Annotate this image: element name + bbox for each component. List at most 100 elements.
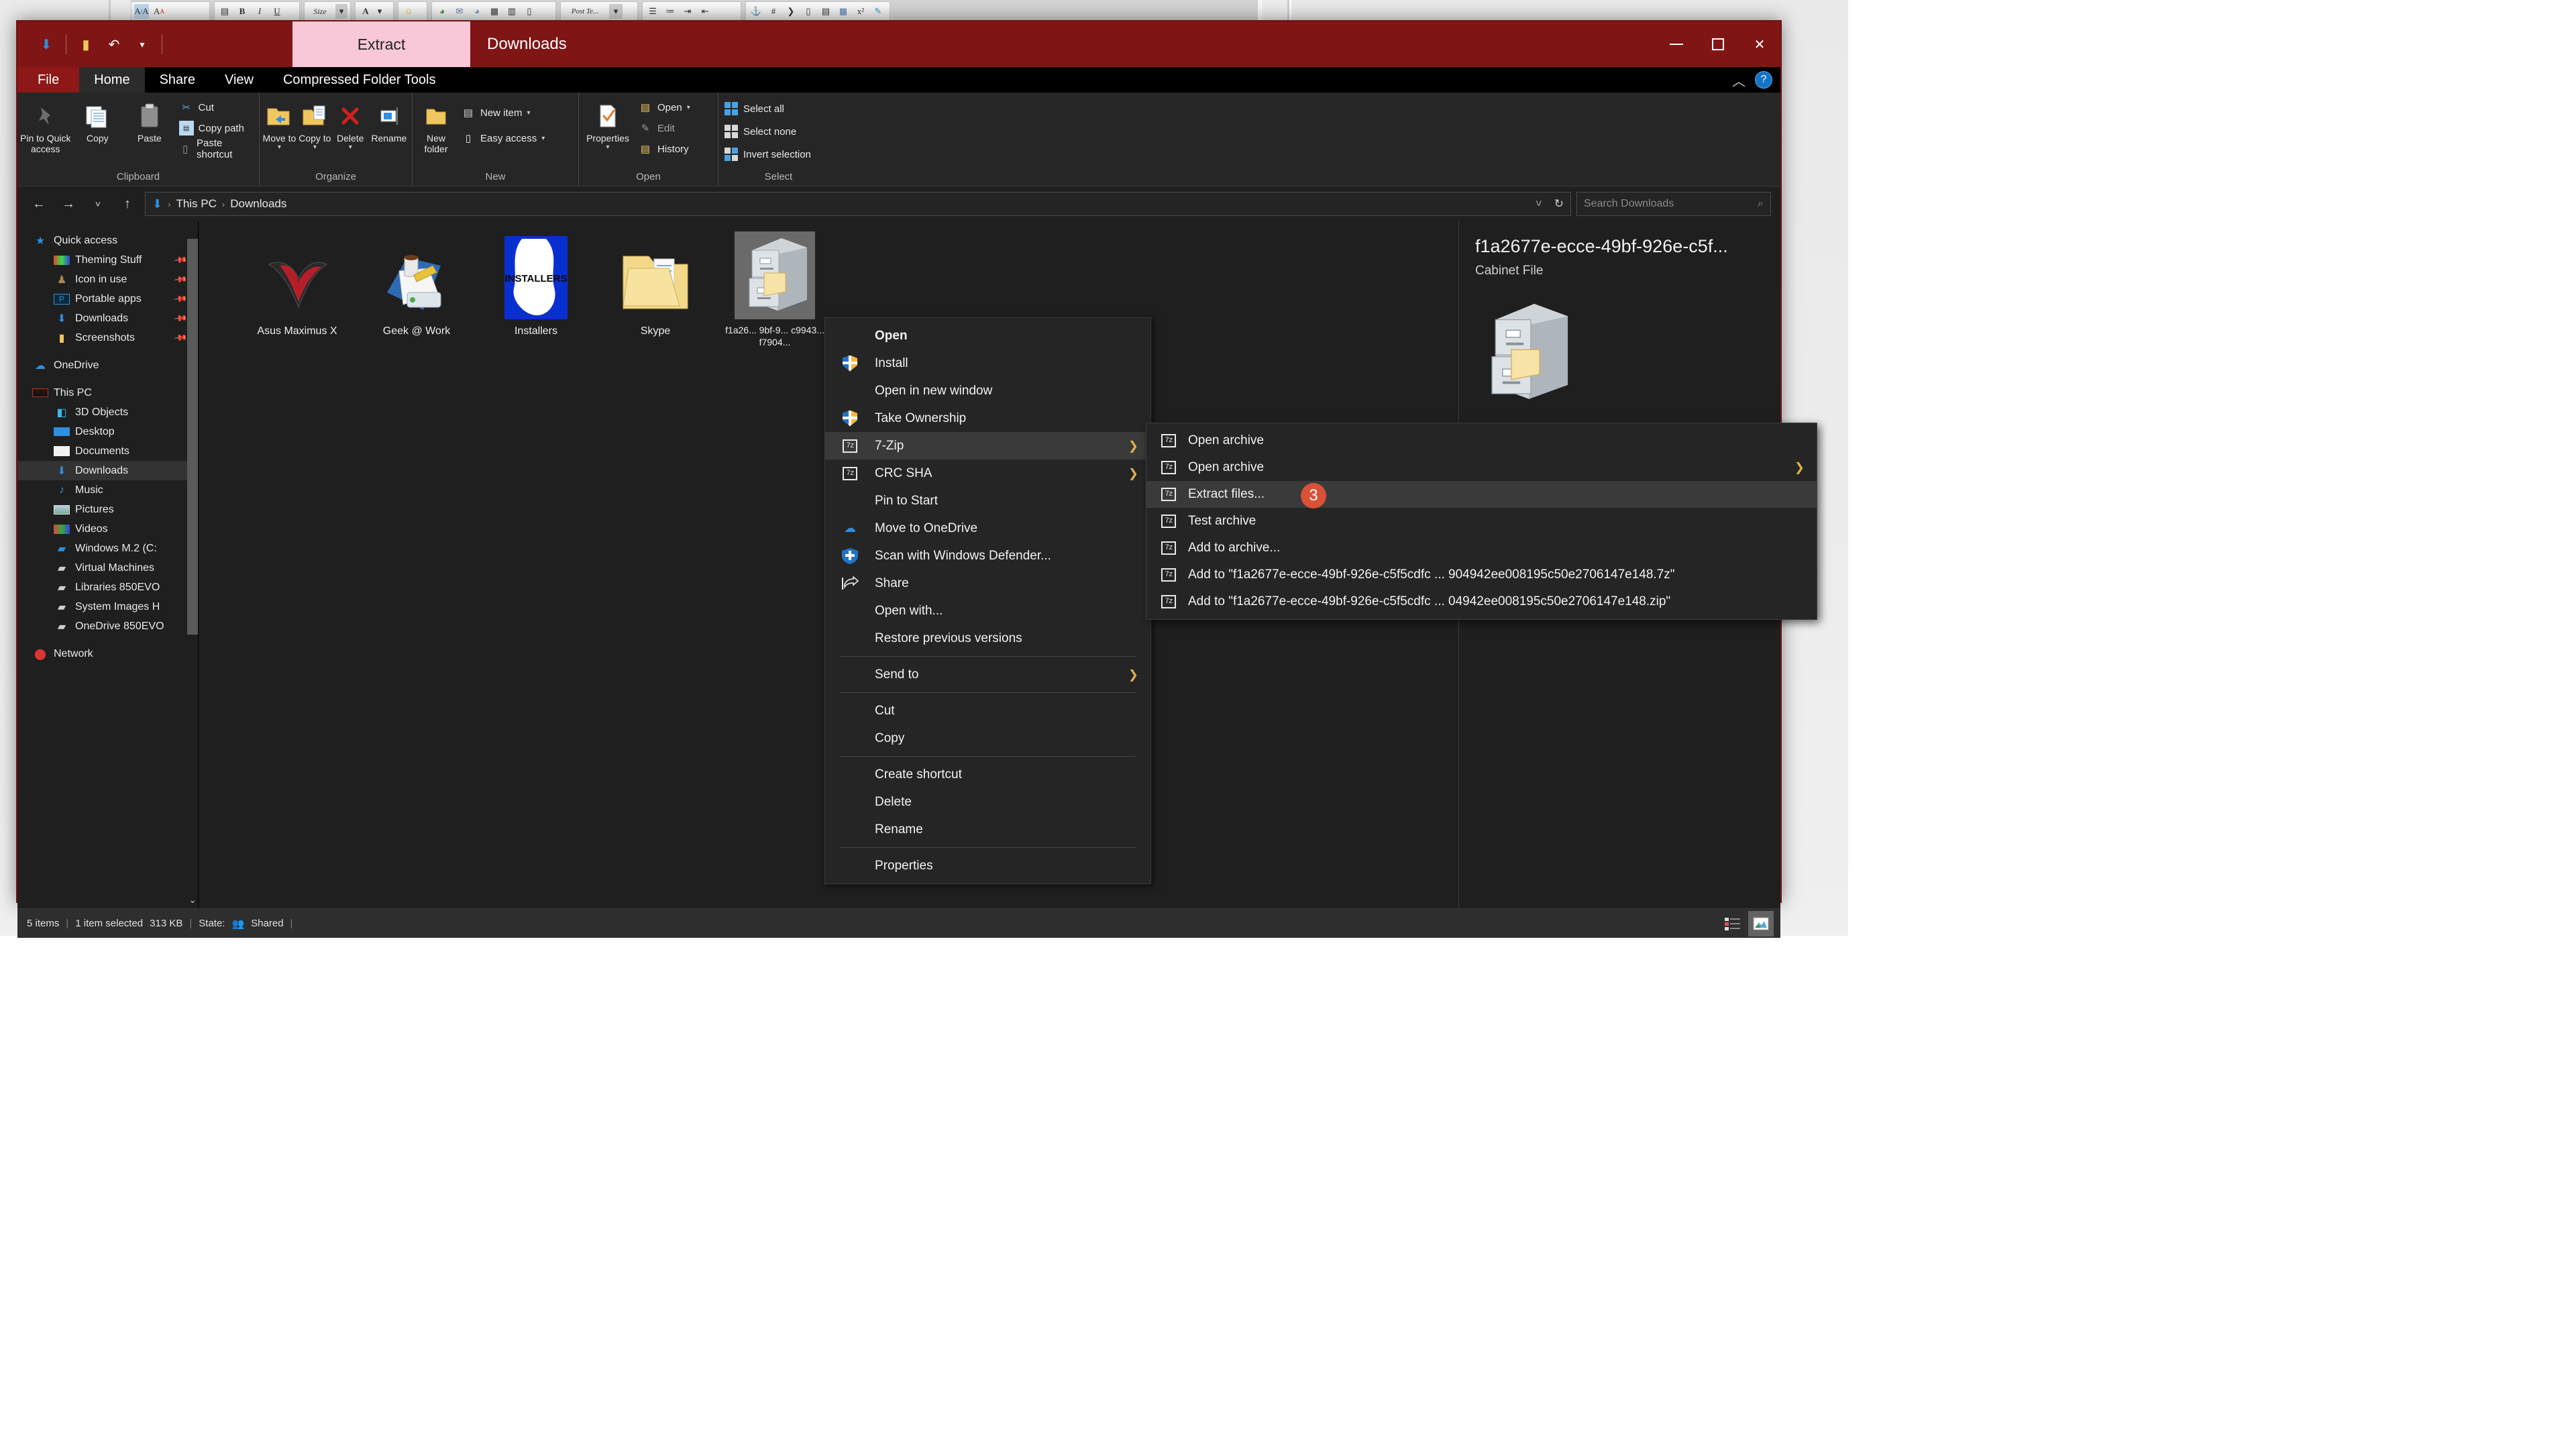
submenu-item-open-archive[interactable]: 7z Open archive <box>1146 427 1817 454</box>
menu-item-restore-previous-versions[interactable]: Restore previous versions <box>825 625 1150 652</box>
move-to-button[interactable]: Move to ▾ <box>262 97 297 152</box>
chevron-down-icon[interactable]: ▾ <box>349 144 352 152</box>
nav-item-downloads-qa[interactable]: ⬇ Downloads 📌 <box>17 309 198 328</box>
nav-item-virtual-machines[interactable]: ▰ Virtual Machines <box>17 558 198 578</box>
menu-item-scan-with-windows-defender[interactable]: Scan with Windows Defender... <box>825 542 1150 570</box>
paste-button[interactable]: Paste <box>124 97 175 144</box>
maximize-button[interactable] <box>1697 21 1739 67</box>
search-input[interactable]: Search Downloads ⌕ <box>1576 192 1771 216</box>
back-button[interactable]: ← <box>27 192 51 216</box>
nav-scrollbar-thumb[interactable] <box>187 239 198 635</box>
recent-locations-button[interactable]: ˅ <box>86 192 110 216</box>
contextual-tab-extract[interactable]: Extract <box>292 21 470 67</box>
tab-file[interactable]: File <box>17 67 80 93</box>
delete-button[interactable]: Delete ▾ <box>333 97 368 152</box>
menu-item-open-with[interactable]: Open with... <box>825 597 1150 625</box>
history-button[interactable]: ▤ History <box>635 141 693 157</box>
pin-icon[interactable]: 📌 <box>173 330 188 345</box>
submenu-7zip[interactable]: 7z Open archive 7z Open archive ❯ 7z Ext… <box>1146 423 1817 620</box>
nav-root-network[interactable]: ⬤ Network <box>17 644 198 663</box>
chevron-down-icon[interactable]: ▾ <box>128 30 156 59</box>
tab-compressed-folder-tools[interactable]: Compressed Folder Tools <box>268 67 451 93</box>
breadcrumb-this-pc[interactable]: This PC <box>176 197 216 211</box>
menu-item-send-to[interactable]: Send to ❯ <box>825 661 1150 688</box>
pin-icon[interactable]: 📌 <box>173 291 188 307</box>
properties-button[interactable]: Properties ▾ <box>582 97 634 152</box>
nav-item-system-images[interactable]: ▰ System Images H <box>17 597 198 616</box>
nav-scrollbar[interactable] <box>187 231 198 890</box>
invert-selection-button[interactable]: Invert selection <box>721 146 814 162</box>
breadcrumb[interactable]: ⬇ › This PC › Downloads ˅ ↻ <box>145 192 1571 216</box>
nav-item-onedrive-850evo[interactable]: ▰ OneDrive 850EVO <box>17 616 198 636</box>
file-tile-skype[interactable]: Skype <box>605 231 706 338</box>
file-tile-cabinet-file[interactable]: f1a26... 9bf-9... c9943... f7904... <box>724 231 825 348</box>
submenu-item-add-to-archive[interactable]: 7z Add to archive... <box>1146 535 1817 561</box>
chevron-down-icon[interactable]: ˅ <box>1536 197 1542 211</box>
nav-root-this-pc[interactable]: This PC <box>17 383 198 402</box>
menu-item-rename[interactable]: Rename <box>825 816 1150 843</box>
chevron-down-icon[interactable]: ▾ <box>527 109 531 117</box>
menu-item-create-shortcut[interactable]: Create shortcut <box>825 761 1150 788</box>
submenu-item-add-to-7z[interactable]: 7z Add to "f1a2677e-ecce-49bf-926e-c5f5c… <box>1146 561 1817 588</box>
submenu-item-test-archive[interactable]: 7z Test archive <box>1146 508 1817 535</box>
menu-item-copy[interactable]: Copy <box>825 724 1150 752</box>
nav-item-windows-m2[interactable]: ▰ Windows M.2 (C: <box>17 539 198 558</box>
menu-item-properties[interactable]: Properties <box>825 852 1150 879</box>
nav-item-videos[interactable]: Videos <box>17 519 198 539</box>
nav-item-theming-stuff[interactable]: Theming Stuff 📌 <box>17 250 198 270</box>
chevron-down-icon[interactable]: ▾ <box>541 135 545 142</box>
context-menu[interactable]: Open Install Open in new window Take Own… <box>824 317 1151 884</box>
minimize-button[interactable] <box>1656 21 1697 67</box>
chevron-down-icon[interactable]: ▾ <box>606 144 609 152</box>
nav-item-documents[interactable]: Documents <box>17 441 198 461</box>
menu-item-move-to-onedrive[interactable]: ☁ Move to OneDrive <box>825 515 1150 542</box>
nav-item-icon-in-use[interactable]: ♟ Icon in use 📌 <box>17 270 198 289</box>
chevron-up-icon[interactable]: ︿ <box>1732 70 1746 90</box>
pin-icon[interactable]: 📌 <box>173 272 188 287</box>
breadcrumb-downloads[interactable]: Downloads <box>230 197 286 211</box>
tab-share[interactable]: Share <box>145 67 210 93</box>
menu-item-open-in-new-window[interactable]: Open in new window <box>825 377 1150 405</box>
select-all-button[interactable]: Select all <box>721 101 814 117</box>
chevron-down-icon[interactable]: ▾ <box>278 144 281 152</box>
chevron-down-icon[interactable]: ▾ <box>313 144 317 152</box>
file-tile-installers[interactable]: INSTALLERS Installers <box>486 231 586 338</box>
close-button[interactable]: ✕ <box>1739 21 1780 67</box>
copy-to-button[interactable]: Copy to ▾ <box>298 97 332 152</box>
menu-item-crc-sha[interactable]: 7z CRC SHA ❯ <box>825 460 1150 487</box>
submenu-item-open-archive-with[interactable]: 7z Open archive ❯ <box>1146 454 1817 481</box>
copy-path-button[interactable]: ▤ Copy path <box>176 120 256 136</box>
file-tile-asus-maximus-x[interactable]: Asus Maximus X <box>247 231 347 338</box>
new-folder-button[interactable]: New folder <box>415 97 457 154</box>
pin-icon[interactable]: 📌 <box>173 252 188 268</box>
tab-view[interactable]: View <box>210 67 268 93</box>
nav-item-desktop[interactable]: Desktop <box>17 422 198 441</box>
undo-icon[interactable]: ↶ <box>100 30 128 59</box>
menu-item-take-ownership[interactable]: Take Ownership <box>825 405 1150 432</box>
copy-button[interactable]: Copy <box>72 97 123 144</box>
nav-item-music[interactable]: ♪ Music <box>17 480 198 500</box>
open-button[interactable]: ▤ Open ▾ <box>635 99 693 115</box>
menu-item-install[interactable]: Install <box>825 350 1150 377</box>
forward-button[interactable]: → <box>56 192 80 216</box>
file-tile-geek-at-work[interactable]: Geek @ Work <box>366 231 467 338</box>
submenu-item-add-to-zip[interactable]: 7z Add to "f1a2677e-ecce-49bf-926e-c5f5c… <box>1146 588 1817 615</box>
menu-item-share[interactable]: Share <box>825 570 1150 597</box>
nav-root-onedrive[interactable]: ☁ OneDrive <box>17 356 198 375</box>
tab-home[interactable]: Home <box>79 67 145 93</box>
edit-button[interactable]: ✎ Edit <box>635 120 693 136</box>
menu-item-open[interactable]: Open <box>825 322 1150 350</box>
up-button[interactable]: ↑ <box>115 192 140 216</box>
nav-item-3d-objects[interactable]: ◧ 3D Objects <box>17 402 198 422</box>
easy-access-button[interactable]: ▯ Easy access ▾ <box>458 130 547 146</box>
submenu-item-extract-files[interactable]: 7z Extract files... <box>1146 481 1817 508</box>
chevron-down-icon[interactable]: ▾ <box>687 104 690 111</box>
chevron-down-icon[interactable]: ⌄ <box>189 894 197 906</box>
menu-item-7zip[interactable]: 7z 7-Zip ❯ <box>825 432 1150 460</box>
new-item-button[interactable]: ▤ New item ▾ <box>458 105 547 121</box>
nav-item-portable-apps[interactable]: P Portable apps 📌 <box>17 289 198 309</box>
nav-item-libraries-850evo[interactable]: ▰ Libraries 850EVO <box>17 578 198 597</box>
menu-item-cut[interactable]: Cut <box>825 697 1150 724</box>
refresh-icon[interactable]: ↻ <box>1554 197 1564 211</box>
details-view-button[interactable] <box>1720 911 1746 936</box>
